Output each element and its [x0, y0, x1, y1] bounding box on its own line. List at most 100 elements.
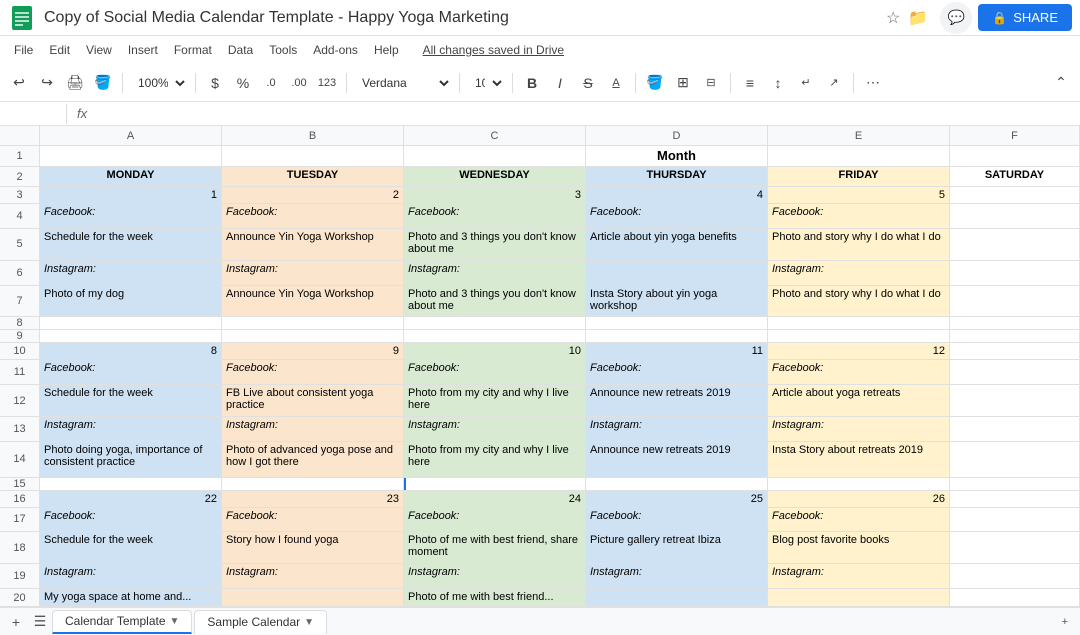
cell-a5[interactable]: Schedule for the week [40, 229, 222, 260]
cell-a12[interactable]: Schedule for the week [40, 385, 222, 416]
wrap-button[interactable]: ↵ [793, 70, 819, 96]
cell-a16[interactable]: 22 [40, 491, 222, 507]
cell-a9[interactable] [40, 330, 222, 342]
cell-f3[interactable] [950, 187, 1080, 203]
menu-data[interactable]: Data [222, 40, 259, 60]
cell-b5[interactable]: Announce Yin Yoga Workshop [222, 229, 404, 260]
cell-d11[interactable]: Facebook: [586, 360, 768, 384]
cell-f18[interactable] [950, 532, 1080, 563]
cell-c19[interactable]: Instagram: [404, 564, 586, 588]
col-header-c[interactable]: C [404, 126, 586, 145]
cell-f2[interactable]: SATURDAY [950, 167, 1080, 186]
cell-d13[interactable]: Instagram: [586, 417, 768, 441]
cell-e7[interactable]: Photo and story why I do what I do [768, 286, 950, 317]
cell-d1[interactable]: Month [586, 146, 768, 166]
rotate-button[interactable]: ↗ [821, 70, 847, 96]
cell-a11[interactable]: Facebook: [40, 360, 222, 384]
star-icon[interactable]: ☆ [886, 8, 900, 28]
cell-c15[interactable] [404, 478, 586, 490]
strikethrough-button[interactable]: S [575, 70, 601, 96]
comments-button[interactable]: 💬 [940, 2, 972, 34]
cell-f19[interactable] [950, 564, 1080, 588]
cell-e13[interactable]: Instagram: [768, 417, 950, 441]
cell-f9[interactable] [950, 330, 1080, 342]
cell-e14[interactable]: Insta Story about retreats 2019 [768, 442, 950, 476]
cell-b6[interactable]: Instagram: [222, 261, 404, 285]
cell-b7[interactable]: Announce Yin Yoga Workshop [222, 286, 404, 317]
redo-button[interactable]: ↪ [34, 70, 60, 96]
paint-format-button[interactable]: 🪣 [90, 70, 116, 96]
cell-a8[interactable] [40, 317, 222, 329]
print-button[interactable]: 🖨 [62, 70, 88, 96]
cell-d4[interactable]: Facebook: [586, 204, 768, 228]
cell-e8[interactable] [768, 317, 950, 329]
menu-help[interactable]: Help [368, 40, 405, 60]
cell-a20[interactable]: My yoga space at home and... [40, 589, 222, 606]
more-button[interactable]: ⋯ [860, 70, 886, 96]
cell-c1[interactable] [404, 146, 586, 166]
cell-b14[interactable]: Photo of advanced yoga pose and how I go… [222, 442, 404, 476]
cell-f10[interactable] [950, 343, 1080, 359]
percent-button[interactable]: % [230, 70, 256, 96]
cell-f7[interactable] [950, 286, 1080, 317]
merge-button[interactable]: ⊟ [698, 70, 724, 96]
cell-d7[interactable]: Insta Story about yin yoga workshop [586, 286, 768, 317]
collapse-toolbar-button[interactable]: ⌃ [1048, 70, 1074, 96]
cell-a19[interactable]: Instagram: [40, 564, 222, 588]
cell-d9[interactable] [586, 330, 768, 342]
font-select[interactable]: Verdana [353, 70, 453, 96]
menu-format[interactable]: Format [168, 40, 218, 60]
cell-f6[interactable] [950, 261, 1080, 285]
cell-c12[interactable]: Photo from my city and why I live here [404, 385, 586, 416]
cell-e3[interactable]: 5 [768, 187, 950, 203]
cell-e11[interactable]: Facebook: [768, 360, 950, 384]
cell-d8[interactable] [586, 317, 768, 329]
valign-button[interactable]: ↕ [765, 70, 791, 96]
cell-d19[interactable]: Instagram: [586, 564, 768, 588]
cell-a4[interactable]: Facebook: [40, 204, 222, 228]
cell-e15[interactable] [768, 478, 950, 490]
cell-d12[interactable]: Announce new retreats 2019 [586, 385, 768, 416]
cell-e10[interactable]: 12 [768, 343, 950, 359]
decimal-dec-button[interactable]: .0 [258, 70, 284, 96]
text-color-button[interactable]: A [603, 70, 629, 96]
cell-a14[interactable]: Photo doing yoga, importance of consiste… [40, 442, 222, 476]
cell-d18[interactable]: Picture gallery retreat Ibiza [586, 532, 768, 563]
cell-b13[interactable]: Instagram: [222, 417, 404, 441]
sheet-tab-calendar[interactable]: Calendar Template ▼ [52, 610, 192, 634]
cell-f1[interactable] [950, 146, 1080, 166]
col-header-d[interactable]: D [586, 126, 768, 145]
cell-c4[interactable]: Facebook: [404, 204, 586, 228]
cell-c16[interactable]: 24 [404, 491, 586, 507]
cell-a1[interactable] [40, 146, 222, 166]
zoom-select[interactable]: 100% [129, 70, 189, 96]
cell-a3[interactable]: 1 [40, 187, 222, 203]
cell-b1[interactable] [222, 146, 404, 166]
cell-e5[interactable]: Photo and story why I do what I do [768, 229, 950, 260]
cell-d10[interactable]: 11 [586, 343, 768, 359]
cell-b15[interactable] [222, 478, 404, 490]
cell-a7[interactable]: Photo of my dog [40, 286, 222, 317]
cell-f8[interactable] [950, 317, 1080, 329]
cell-f12[interactable] [950, 385, 1080, 416]
folder-icon[interactable]: 📁 [908, 8, 928, 28]
cell-b4[interactable]: Facebook: [222, 204, 404, 228]
cell-b20[interactable] [222, 589, 404, 606]
sheet-tab-sample[interactable]: Sample Calendar ▼ [194, 610, 327, 634]
cell-f5[interactable] [950, 229, 1080, 260]
cell-f20[interactable] [950, 589, 1080, 606]
cell-b10[interactable]: 9 [222, 343, 404, 359]
fill-color-button[interactable]: 🪣 [642, 70, 668, 96]
cell-d3[interactable]: 4 [586, 187, 768, 203]
col-header-e[interactable]: E [768, 126, 950, 145]
cell-c14[interactable]: Photo from my city and why I live here [404, 442, 586, 476]
halign-button[interactable]: ≡ [737, 70, 763, 96]
cell-e4[interactable]: Facebook: [768, 204, 950, 228]
cell-a18[interactable]: Schedule for the week [40, 532, 222, 563]
cell-f11[interactable] [950, 360, 1080, 384]
cell-e9[interactable] [768, 330, 950, 342]
cell-a6[interactable]: Instagram: [40, 261, 222, 285]
cell-e20[interactable] [768, 589, 950, 606]
cell-d20[interactable] [586, 589, 768, 606]
cell-c10[interactable]: 10 [404, 343, 586, 359]
